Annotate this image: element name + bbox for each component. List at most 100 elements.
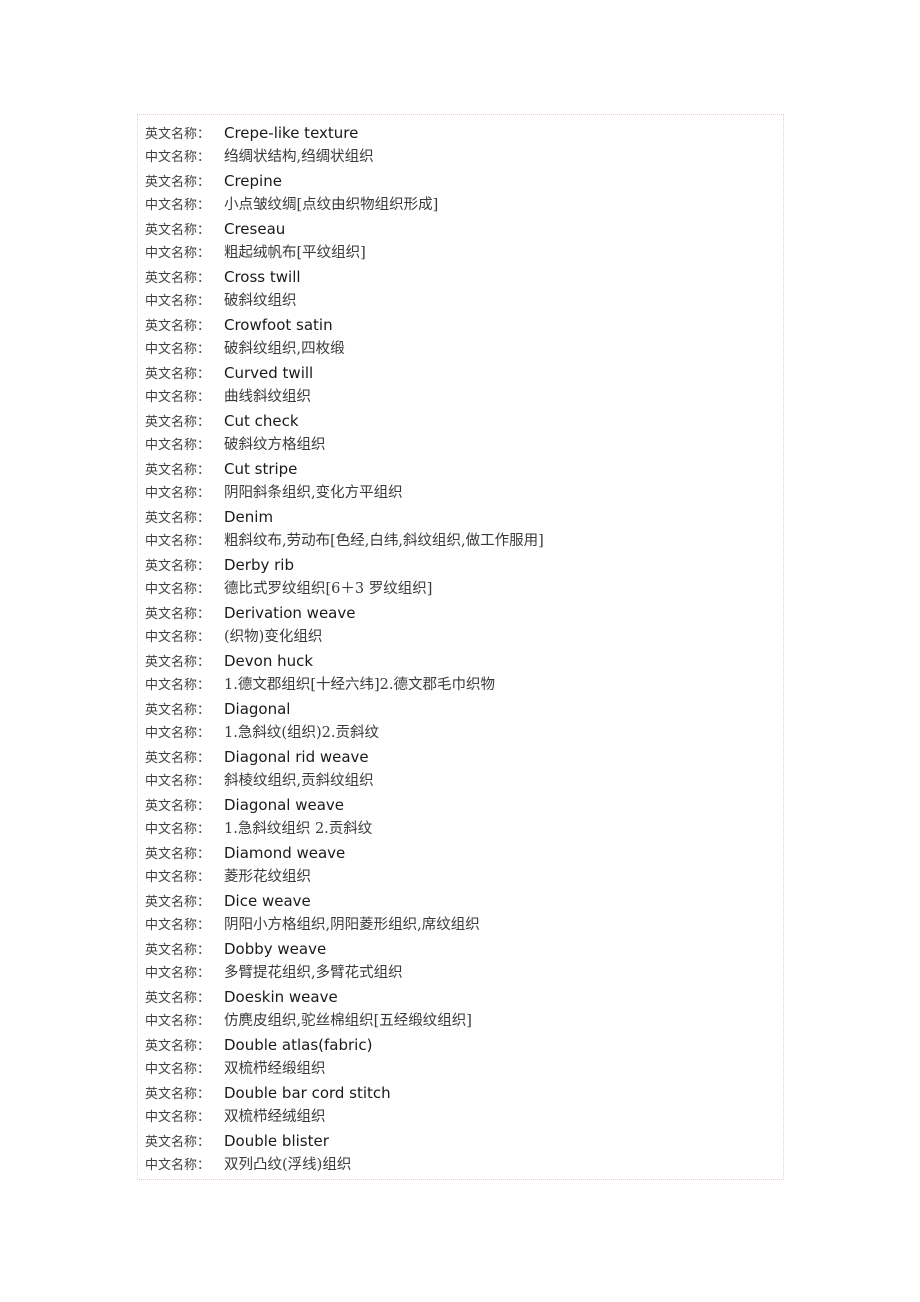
entry-row-chinese: 中文名称： 双梳栉经绒组织 — [138, 1105, 783, 1129]
entry-row-chinese: 中文名称： 双梳栉经缎组织 — [138, 1057, 783, 1081]
entry-row-chinese: 中文名称： 破斜纹组织 — [138, 289, 783, 313]
glossary-entry: 英文名称： Diagonal 中文名称： 1.急斜纹(组织)2.贡斜纹 — [138, 697, 783, 745]
glossary-entry: 英文名称： Dobby weave 中文名称： 多臂提花组织,多臂花式组织 — [138, 937, 783, 985]
glossary-entry: 英文名称： Diamond weave 中文名称： 菱形花纹组织 — [138, 841, 783, 889]
english-name-value: Crowfoot satin — [224, 316, 333, 334]
glossary-frame: 英文名称： Crepe-like texture 中文名称： 绉绸状结构,绉绸状组织英… — [137, 114, 784, 1180]
entry-row-chinese: 中文名称： 1.急斜纹(组织)2.贡斜纹 — [138, 721, 783, 745]
english-name-label: 英文名称： — [145, 655, 211, 670]
entry-row-english: 英文名称： Dice weave — [138, 889, 783, 913]
chinese-name-label: 中文名称： — [145, 198, 211, 213]
chinese-name-value: 1.急斜纹组织 2.贡斜纹 — [224, 821, 373, 837]
chinese-name-value: 绉绸状结构,绉绸状组织 — [224, 149, 374, 165]
english-name-label: 英文名称： — [145, 799, 211, 814]
entry-row-english: 英文名称： Crepe-like texture — [138, 121, 783, 145]
entry-row-chinese: 中文名称： 小点皱纹绸[点纹由织物组织形成] — [138, 193, 783, 217]
english-name-value: Derivation weave — [224, 604, 356, 622]
english-name-value: Dice weave — [224, 892, 311, 910]
entry-row-chinese: 中文名称： 阴阳小方格组织,阴阳菱形组织,席纹组织 — [138, 913, 783, 937]
english-name-label: 英文名称： — [145, 223, 211, 238]
chinese-name-value: 斜棱纹组织,贡斜纹组织 — [224, 773, 374, 789]
chinese-name-value: 双列凸纹(浮线)组织 — [224, 1157, 352, 1173]
entry-row-chinese: 中文名称： 粗起绒帆布[平纹组织] — [138, 241, 783, 265]
chinese-name-value: 双梳栉经缎组织 — [224, 1061, 326, 1077]
glossary-entry: 英文名称： Diagonal weave 中文名称： 1.急斜纹组织 2.贡斜纹 — [138, 793, 783, 841]
chinese-name-label: 中文名称： — [145, 630, 211, 645]
chinese-name-value: 曲线斜纹组织 — [224, 389, 311, 405]
chinese-name-label: 中文名称： — [145, 1062, 211, 1077]
english-name-value: Crepine — [224, 172, 282, 190]
entry-row-chinese: 中文名称： 曲线斜纹组织 — [138, 385, 783, 409]
chinese-name-value: 阴阳斜条组织,变化方平组织 — [224, 485, 403, 501]
entry-row-chinese: 中文名称： 多臂提花组织,多臂花式组织 — [138, 961, 783, 985]
chinese-name-value: 1.急斜纹(组织)2.贡斜纹 — [224, 725, 379, 741]
english-name-label: 英文名称： — [145, 1039, 211, 1054]
glossary-entry: 英文名称： Crepine 中文名称： 小点皱纹绸[点纹由织物组织形成] — [138, 169, 783, 217]
glossary-entry: 英文名称： Derivation weave 中文名称： (织物)变化组织 — [138, 601, 783, 649]
english-name-label: 英文名称： — [145, 895, 211, 910]
entry-row-chinese: 中文名称： (织物)变化组织 — [138, 625, 783, 649]
english-name-label: 英文名称： — [145, 175, 211, 190]
english-name-label: 英文名称： — [145, 367, 211, 382]
chinese-name-value: 多臂提花组织,多臂花式组织 — [224, 965, 403, 981]
glossary-entry: 英文名称： Dice weave 中文名称： 阴阳小方格组织,阴阳菱形组织,席纹组织 — [138, 889, 783, 937]
chinese-name-label: 中文名称： — [145, 342, 211, 357]
english-name-label: 英文名称： — [145, 559, 211, 574]
entry-row-chinese: 中文名称： 菱形花纹组织 — [138, 865, 783, 889]
entry-row-english: 英文名称： Cut check — [138, 409, 783, 433]
entry-row-english: 英文名称： Cross twill — [138, 265, 783, 289]
chinese-name-label: 中文名称： — [145, 486, 211, 501]
chinese-name-value: 粗斜纹布,劳动布[色经,白纬,斜纹组织,做工作服用] — [224, 533, 544, 549]
chinese-name-label: 中文名称： — [145, 774, 211, 789]
entry-row-chinese: 中文名称： 1.德文郡组织[十经六纬]2.德文郡毛巾织物 — [138, 673, 783, 697]
english-name-value: Devon huck — [224, 652, 314, 670]
english-name-label: 英文名称： — [145, 127, 211, 142]
english-name-label: 英文名称： — [145, 1135, 211, 1150]
english-name-value: Cut stripe — [224, 460, 298, 478]
english-name-value: Crepe-like texture — [224, 124, 359, 142]
english-name-label: 英文名称： — [145, 991, 211, 1006]
entry-row-english: 英文名称： Doeskin weave — [138, 985, 783, 1009]
chinese-name-label: 中文名称： — [145, 534, 211, 549]
glossary-entry: 英文名称： Curved twill 中文名称： 曲线斜纹组织 — [138, 361, 783, 409]
chinese-name-value: 德比式罗纹组织[6＋3 罗纹组织] — [224, 581, 433, 597]
english-name-label: 英文名称： — [145, 703, 211, 718]
glossary-entry: 英文名称： Cross twill 中文名称： 破斜纹组织 — [138, 265, 783, 313]
english-name-label: 英文名称： — [145, 511, 211, 526]
english-name-value: Double atlas(fabric) — [224, 1036, 373, 1054]
glossary-entry: 英文名称： Double blister 中文名称： 双列凸纹(浮线)组织 — [138, 1129, 783, 1177]
english-name-label: 英文名称： — [145, 751, 211, 766]
chinese-name-label: 中文名称： — [145, 582, 211, 597]
chinese-name-value: (织物)变化组织 — [224, 629, 323, 645]
glossary-entry: 英文名称： Diagonal rid weave 中文名称： 斜棱纹组织,贡斜纹组织 — [138, 745, 783, 793]
entry-row-english: 英文名称： Creseau — [138, 217, 783, 241]
entry-row-chinese: 中文名称： 双列凸纹(浮线)组织 — [138, 1153, 783, 1177]
chinese-name-value: 1.德文郡组织[十经六纬]2.德文郡毛巾织物 — [224, 677, 495, 693]
glossary-entry: 英文名称： Creseau 中文名称： 粗起绒帆布[平纹组织] — [138, 217, 783, 265]
english-name-label: 英文名称： — [145, 271, 211, 286]
english-name-label: 英文名称： — [145, 415, 211, 430]
glossary-entry: 英文名称： Doeskin weave 中文名称： 仿麂皮组织,驼丝棉组织[五经缎纹组… — [138, 985, 783, 1033]
entry-row-english: 英文名称： Dobby weave — [138, 937, 783, 961]
english-name-label: 英文名称： — [145, 847, 211, 862]
entry-row-chinese: 中文名称： 破斜纹方格组织 — [138, 433, 783, 457]
entry-row-english: 英文名称： Diamond weave — [138, 841, 783, 865]
english-name-value: Cross twill — [224, 268, 301, 286]
entry-row-chinese: 中文名称： 阴阳斜条组织,变化方平组织 — [138, 481, 783, 505]
entry-row-english: 英文名称： Diagonal rid weave — [138, 745, 783, 769]
chinese-name-label: 中文名称： — [145, 438, 211, 453]
english-name-value: Cut check — [224, 412, 299, 430]
chinese-name-value: 破斜纹方格组织 — [224, 437, 326, 453]
glossary-entry: 英文名称： Derby rib 中文名称： 德比式罗纹组织[6＋3 罗纹组织] — [138, 553, 783, 601]
glossary-entry: 英文名称： Double atlas(fabric) 中文名称： 双梳栉经缎组织 — [138, 1033, 783, 1081]
english-name-label: 英文名称： — [145, 1087, 211, 1102]
entry-row-english: 英文名称： Crepine — [138, 169, 783, 193]
chinese-name-label: 中文名称： — [145, 390, 211, 405]
entry-row-chinese: 中文名称： 粗斜纹布,劳动布[色经,白纬,斜纹组织,做工作服用] — [138, 529, 783, 553]
glossary-entry: 英文名称： Cut check 中文名称： 破斜纹方格组织 — [138, 409, 783, 457]
chinese-name-label: 中文名称： — [145, 966, 211, 981]
chinese-name-label: 中文名称： — [145, 822, 211, 837]
entry-row-english: 英文名称： Denim — [138, 505, 783, 529]
chinese-name-label: 中文名称： — [145, 726, 211, 741]
english-name-value: Curved twill — [224, 364, 314, 382]
